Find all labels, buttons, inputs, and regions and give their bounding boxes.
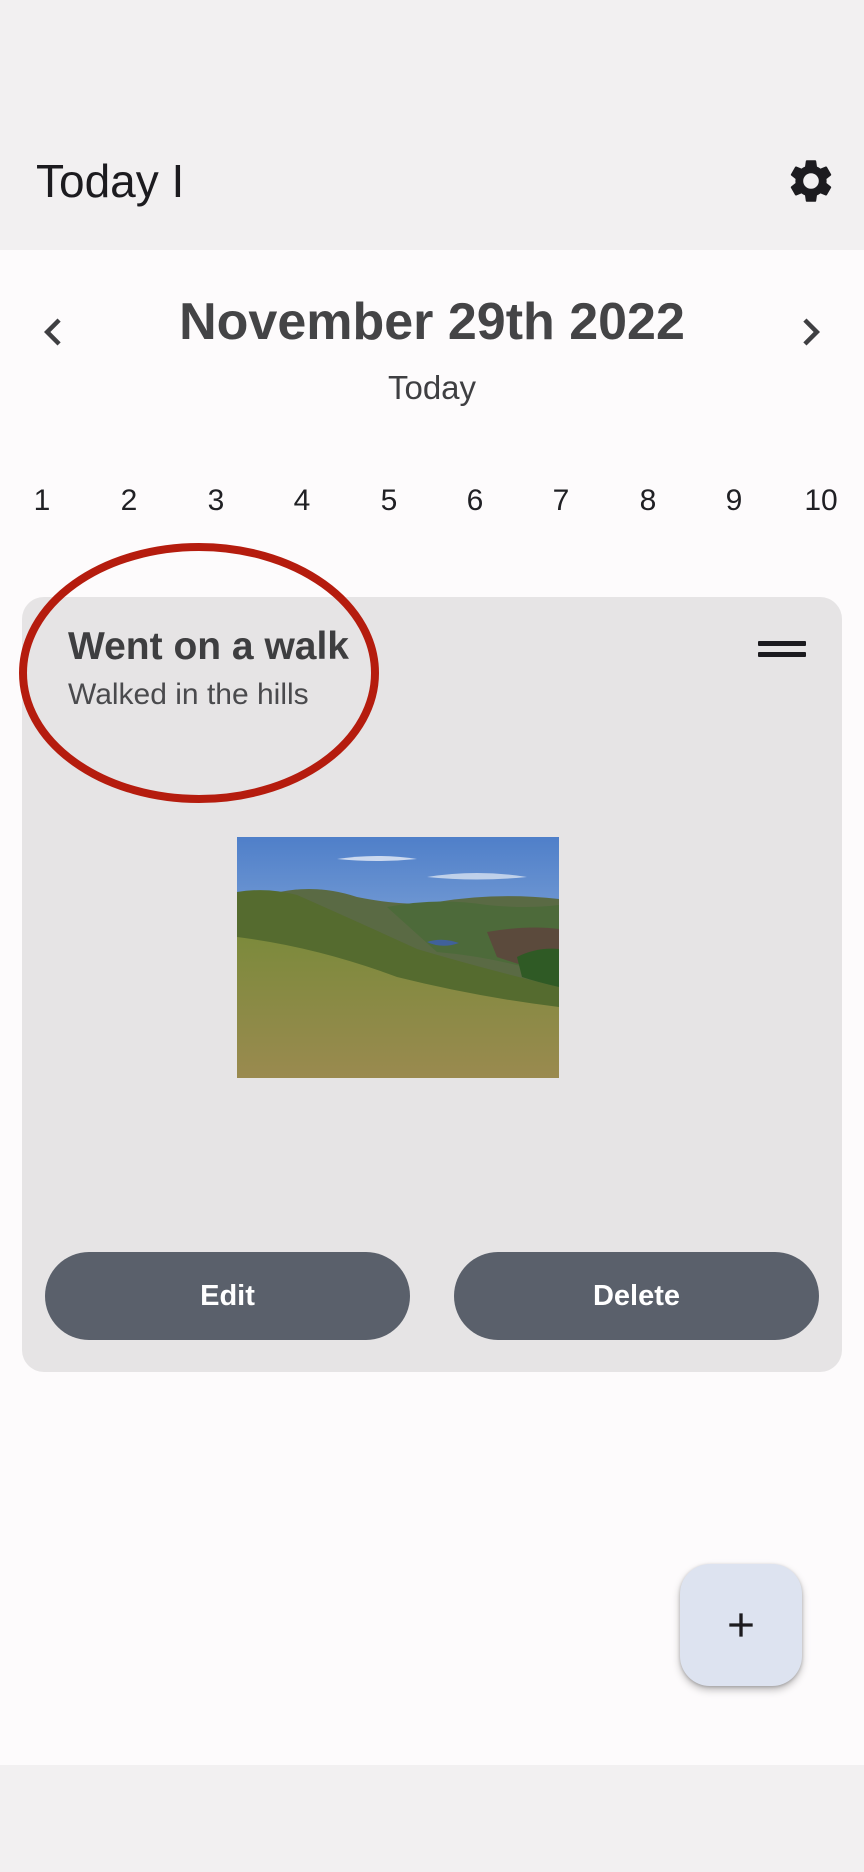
chevron-right-icon <box>803 318 820 346</box>
previous-day-button[interactable] <box>26 305 80 359</box>
drag-handle-icon[interactable] <box>758 641 806 661</box>
next-day-button[interactable] <box>784 305 838 359</box>
day-item[interactable]: 6 <box>445 478 505 524</box>
app-bar: Today I <box>0 0 864 250</box>
day-strip: 1 2 3 4 5 6 7 8 9 10 <box>0 478 864 524</box>
day-item[interactable]: 4 <box>272 478 332 524</box>
date-relative-label: Today <box>387 369 477 406</box>
day-item[interactable]: 2 <box>99 478 159 524</box>
gear-icon <box>790 160 832 202</box>
add-entry-button[interactable] <box>680 1564 802 1686</box>
chevron-left-icon <box>44 318 61 346</box>
highlight-ring <box>19 543 379 803</box>
app-title: Today I <box>36 155 185 207</box>
edit-button[interactable]: Edit <box>45 1252 410 1340</box>
day-item[interactable]: 10 <box>791 478 851 524</box>
delete-button[interactable]: Delete <box>454 1252 819 1340</box>
day-item[interactable]: 8 <box>618 478 678 524</box>
date-title: November 29th 2022 <box>179 293 685 351</box>
day-item[interactable]: 9 <box>704 478 764 524</box>
entry-card[interactable]: Went on a walk Walked in the hills Edit … <box>19 543 842 1372</box>
entry-photo <box>237 837 559 1078</box>
bottom-bar-area <box>0 1765 864 1872</box>
plus-icon <box>729 1613 753 1637</box>
hills-landscape-photo <box>237 837 559 1078</box>
day-item[interactable]: 7 <box>531 478 591 524</box>
day-item[interactable]: 5 <box>359 478 419 524</box>
day-item[interactable]: 3 <box>186 478 246 524</box>
settings-button[interactable] <box>785 155 837 207</box>
day-item[interactable]: 1 <box>12 478 72 524</box>
